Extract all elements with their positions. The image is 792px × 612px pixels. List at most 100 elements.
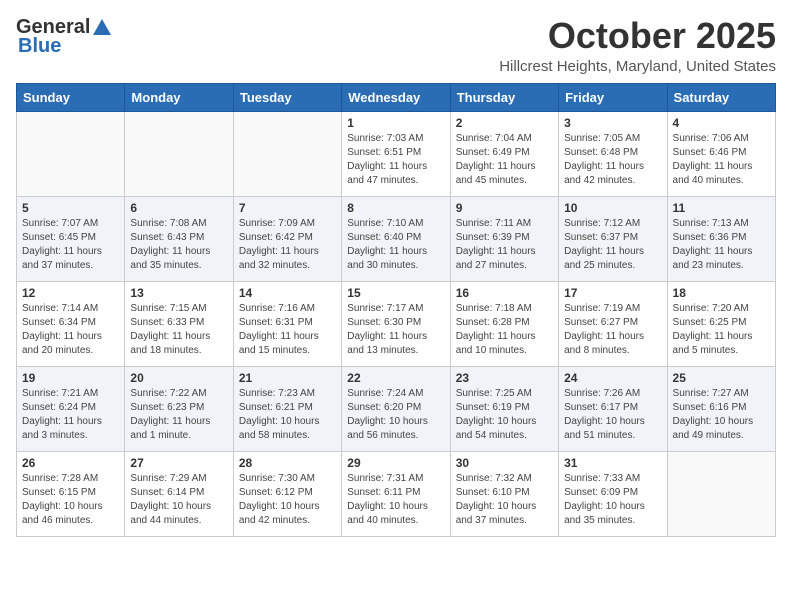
calendar-cell: 2 Sunrise: 7:04 AM Sunset: 6:49 PM Daylig… (450, 111, 558, 196)
calendar-cell: 28 Sunrise: 7:30 AM Sunset: 6:12 PM Dayli… (233, 451, 341, 536)
day-info: Sunrise: 7:30 AM Sunset: 6:12 PM Dayligh… (239, 472, 336, 528)
calendar-cell: 30 Sunrise: 7:32 AM Sunset: 6:10 PM Dayli… (450, 451, 558, 536)
day-number: 24 (564, 371, 661, 385)
day-info: Sunrise: 7:10 AM Sunset: 6:40 PM Dayligh… (347, 217, 444, 273)
calendar-cell: 22 Sunrise: 7:24 AM Sunset: 6:20 PM Dayli… (342, 366, 450, 451)
header-tuesday: Tuesday (233, 83, 341, 111)
calendar-cell: 11Sunrise: 7:13 AM Sunset: 6:36 PM Dayli… (667, 196, 775, 281)
day-number: 23 (456, 371, 553, 385)
day-info: Sunrise: 7:07 AM Sunset: 6:45 PM Dayligh… (22, 217, 119, 273)
calendar-cell: 10 Sunrise: 7:12 AM Sunset: 6:37 PM Dayli… (559, 196, 667, 281)
header-monday: Monday (125, 83, 233, 111)
day-info: Sunrise: 7:19 AM Sunset: 6:27 PM Dayligh… (564, 302, 661, 358)
calendar-cell: 15 Sunrise: 7:17 AM Sunset: 6:30 PM Dayli… (342, 281, 450, 366)
calendar-header-row: SundayMondayTuesdayWednesdayThursdayFrid… (17, 83, 776, 111)
calendar-cell: 12Sunrise: 7:14 AM Sunset: 6:34 PM Dayli… (17, 281, 125, 366)
day-number: 28 (239, 456, 336, 470)
calendar-cell: 4Sunrise: 7:06 AM Sunset: 6:46 PM Daylig… (667, 111, 775, 196)
header-sunday: Sunday (17, 83, 125, 111)
calendar-cell: 25Sunrise: 7:27 AM Sunset: 6:16 PM Dayli… (667, 366, 775, 451)
header-wednesday: Wednesday (342, 83, 450, 111)
day-info: Sunrise: 7:22 AM Sunset: 6:23 PM Dayligh… (130, 387, 227, 443)
day-info: Sunrise: 7:11 AM Sunset: 6:39 PM Dayligh… (456, 217, 553, 273)
calendar-week-row: 5 Sunrise: 7:07 AM Sunset: 6:45 PM Daylig… (17, 196, 776, 281)
day-number: 9 (456, 201, 553, 215)
day-info: Sunrise: 7:03 AM Sunset: 6:51 PM Dayligh… (347, 132, 444, 188)
day-number: 11 (673, 201, 770, 215)
calendar-title: October 2025 (499, 16, 776, 56)
day-number: 14 (239, 286, 336, 300)
day-number: 17 (564, 286, 661, 300)
title-area: October 2025 Hillcrest Heights, Maryland… (499, 16, 776, 75)
day-info: Sunrise: 7:23 AM Sunset: 6:21 PM Dayligh… (239, 387, 336, 443)
day-number: 27 (130, 456, 227, 470)
day-info: Sunrise: 7:32 AM Sunset: 6:10 PM Dayligh… (456, 472, 553, 528)
calendar-cell: 23 Sunrise: 7:25 AM Sunset: 6:19 PM Dayli… (450, 366, 558, 451)
calendar-cell: 6 Sunrise: 7:08 AM Sunset: 6:43 PM Daylig… (125, 196, 233, 281)
day-number: 31 (564, 456, 661, 470)
calendar-week-row: 12Sunrise: 7:14 AM Sunset: 6:34 PM Dayli… (17, 281, 776, 366)
calendar-cell (125, 111, 233, 196)
calendar-cell: 8 Sunrise: 7:10 AM Sunset: 6:40 PM Daylig… (342, 196, 450, 281)
day-info: Sunrise: 7:21 AM Sunset: 6:24 PM Dayligh… (22, 387, 119, 443)
day-info: Sunrise: 7:26 AM Sunset: 6:17 PM Dayligh… (564, 387, 661, 443)
day-number: 2 (456, 116, 553, 130)
day-info: Sunrise: 7:25 AM Sunset: 6:19 PM Dayligh… (456, 387, 553, 443)
calendar-cell: 31 Sunrise: 7:33 AM Sunset: 6:09 PM Dayli… (559, 451, 667, 536)
day-number: 3 (564, 116, 661, 130)
day-info: Sunrise: 7:24 AM Sunset: 6:20 PM Dayligh… (347, 387, 444, 443)
calendar-week-row: 19 Sunrise: 7:21 AM Sunset: 6:24 PM Dayli… (17, 366, 776, 451)
day-number: 4 (673, 116, 770, 130)
day-info: Sunrise: 7:05 AM Sunset: 6:48 PM Dayligh… (564, 132, 661, 188)
day-info: Sunrise: 7:31 AM Sunset: 6:11 PM Dayligh… (347, 472, 444, 528)
day-number: 13 (130, 286, 227, 300)
day-number: 29 (347, 456, 444, 470)
calendar-table: SundayMondayTuesdayWednesdayThursdayFrid… (16, 83, 776, 537)
calendar-cell: 26 Sunrise: 7:28 AM Sunset: 6:15 PM Dayli… (17, 451, 125, 536)
day-info: Sunrise: 7:09 AM Sunset: 6:42 PM Dayligh… (239, 217, 336, 273)
calendar-subtitle: Hillcrest Heights, Maryland, United Stat… (499, 58, 776, 75)
day-info: Sunrise: 7:28 AM Sunset: 6:15 PM Dayligh… (22, 472, 119, 528)
header-saturday: Saturday (667, 83, 775, 111)
day-number: 8 (347, 201, 444, 215)
header-thursday: Thursday (450, 83, 558, 111)
day-info: Sunrise: 7:17 AM Sunset: 6:30 PM Dayligh… (347, 302, 444, 358)
calendar-cell (667, 451, 775, 536)
day-number: 30 (456, 456, 553, 470)
calendar-cell: 9 Sunrise: 7:11 AM Sunset: 6:39 PM Daylig… (450, 196, 558, 281)
calendar-cell: 21Sunrise: 7:23 AM Sunset: 6:21 PM Dayli… (233, 366, 341, 451)
calendar-cell: 7 Sunrise: 7:09 AM Sunset: 6:42 PM Daylig… (233, 196, 341, 281)
day-number: 15 (347, 286, 444, 300)
calendar-cell: 5 Sunrise: 7:07 AM Sunset: 6:45 PM Daylig… (17, 196, 125, 281)
day-info: Sunrise: 7:15 AM Sunset: 6:33 PM Dayligh… (130, 302, 227, 358)
calendar-cell: 20Sunrise: 7:22 AM Sunset: 6:23 PM Dayli… (125, 366, 233, 451)
day-number: 6 (130, 201, 227, 215)
day-number: 7 (239, 201, 336, 215)
day-info: Sunrise: 7:27 AM Sunset: 6:16 PM Dayligh… (673, 387, 770, 443)
day-info: Sunrise: 7:04 AM Sunset: 6:49 PM Dayligh… (456, 132, 553, 188)
calendar-cell: 16 Sunrise: 7:18 AM Sunset: 6:28 PM Dayli… (450, 281, 558, 366)
day-info: Sunrise: 7:08 AM Sunset: 6:43 PM Dayligh… (130, 217, 227, 273)
day-number: 26 (22, 456, 119, 470)
calendar-cell: 18Sunrise: 7:20 AM Sunset: 6:25 PM Dayli… (667, 281, 775, 366)
day-number: 10 (564, 201, 661, 215)
calendar-cell: 29 Sunrise: 7:31 AM Sunset: 6:11 PM Dayli… (342, 451, 450, 536)
page-header: General Blue October 2025 Hillcrest Heig… (16, 16, 776, 75)
day-info: Sunrise: 7:29 AM Sunset: 6:14 PM Dayligh… (130, 472, 227, 528)
calendar-cell: 17 Sunrise: 7:19 AM Sunset: 6:27 PM Dayli… (559, 281, 667, 366)
day-number: 18 (673, 286, 770, 300)
calendar-cell: 13 Sunrise: 7:15 AM Sunset: 6:33 PM Dayli… (125, 281, 233, 366)
day-number: 22 (347, 371, 444, 385)
calendar-week-row: 26 Sunrise: 7:28 AM Sunset: 6:15 PM Dayli… (17, 451, 776, 536)
day-number: 19 (22, 371, 119, 385)
calendar-cell: 14Sunrise: 7:16 AM Sunset: 6:31 PM Dayli… (233, 281, 341, 366)
day-number: 16 (456, 286, 553, 300)
day-info: Sunrise: 7:14 AM Sunset: 6:34 PM Dayligh… (22, 302, 119, 358)
calendar-cell (17, 111, 125, 196)
calendar-cell: 19 Sunrise: 7:21 AM Sunset: 6:24 PM Dayli… (17, 366, 125, 451)
day-info: Sunrise: 7:33 AM Sunset: 6:09 PM Dayligh… (564, 472, 661, 528)
day-info: Sunrise: 7:12 AM Sunset: 6:37 PM Dayligh… (564, 217, 661, 273)
day-info: Sunrise: 7:18 AM Sunset: 6:28 PM Dayligh… (456, 302, 553, 358)
day-number: 5 (22, 201, 119, 215)
logo-icon (91, 17, 113, 39)
